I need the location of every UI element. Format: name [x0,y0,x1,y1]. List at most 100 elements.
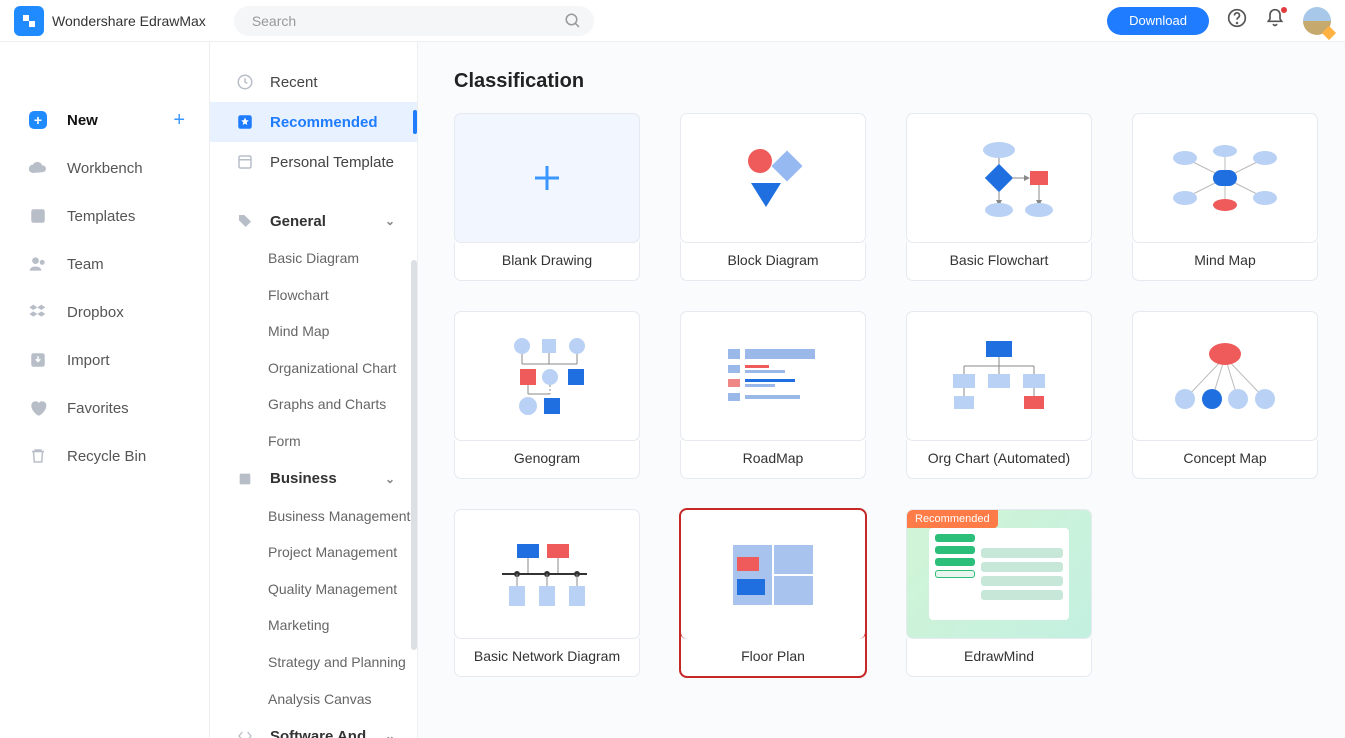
tag-icon [234,210,256,232]
app-logo [14,6,44,36]
chevron-down-icon: ⌄ [385,472,395,486]
card-thumb [454,509,640,639]
plus-icon: + [25,107,51,133]
cat-header-general[interactable]: General ⌄ [210,202,417,240]
clock-icon [234,71,256,93]
card-label: Org Chart (Automated) [906,440,1092,479]
cat-sub-item[interactable]: Organizational Chart [210,350,417,387]
cat-sub-item[interactable]: Basic Diagram [210,240,417,277]
card-label: Blank Drawing [454,242,640,281]
card-mind-map[interactable]: Mind Map [1132,113,1318,281]
cat-sub-item[interactable]: Quality Management [210,571,417,608]
category-sidebar: Recent Recommended Personal Template Gen… [210,42,418,738]
template-grid: Blank Drawing Block Diagram Basic Flowch… [454,113,1315,677]
cat-sub-item[interactable]: Form [210,423,417,460]
sidebar-item-templates[interactable]: Templates [0,192,209,240]
download-button[interactable]: Download [1107,7,1209,35]
left-sidebar: + New + Workbench Templates Team Dropbox… [0,42,210,738]
search-icon[interactable] [564,12,582,35]
card-org-chart[interactable]: Org Chart (Automated) [906,311,1092,479]
import-icon [25,347,51,373]
card-label: RoadMap [680,440,866,479]
cat-item-recent[interactable]: Recent [210,62,417,102]
cat-header-label: General [270,213,326,230]
card-thumb [906,113,1092,243]
card-thumb [680,509,866,639]
card-block-diagram[interactable]: Block Diagram [680,113,866,281]
sidebar-item-favorites[interactable]: Favorites [0,384,209,432]
notification-icon[interactable] [1265,8,1285,33]
card-label: Mind Map [1132,242,1318,281]
sidebar-item-dropbox[interactable]: Dropbox [0,288,209,336]
trash-icon [25,443,51,469]
cat-label: Recommended [270,114,378,131]
sidebar-label: New [67,112,98,129]
cat-header-business[interactable]: Business ⌄ [210,460,417,498]
scrollbar[interactable] [411,260,417,650]
dropbox-icon [25,299,51,325]
cat-sub-item[interactable]: Project Management [210,534,417,571]
card-label: Basic Network Diagram [454,638,640,677]
templates-icon [25,203,51,229]
cat-sub-item[interactable]: Graphs and Charts [210,386,417,423]
card-label: Genogram [454,440,640,479]
sidebar-label: Recycle Bin [67,448,146,465]
card-label: Block Diagram [680,242,866,281]
cat-header-software[interactable]: Software And... ⌄ [210,717,417,738]
plus-icon[interactable]: + [173,109,185,132]
team-icon [25,251,51,277]
card-basic-flowchart[interactable]: Basic Flowchart [906,113,1092,281]
sidebar-item-new[interactable]: + New + [0,96,209,144]
cat-sub-item[interactable]: Analysis Canvas [210,681,417,718]
sidebar-item-recycle[interactable]: Recycle Bin [0,432,209,480]
card-genogram[interactable]: Genogram [454,311,640,479]
sidebar-label: Workbench [67,160,143,177]
card-thumb: Recommended [906,509,1092,639]
cat-item-recommended[interactable]: Recommended [210,102,417,142]
card-thumb [680,311,866,441]
card-thumb [454,113,640,243]
card-edrawmind[interactable]: Recommended [906,509,1092,677]
card-label: EdrawMind [906,638,1092,677]
card-label: Basic Flowchart [906,242,1092,281]
sidebar-label: Team [67,256,104,273]
cat-item-personal[interactable]: Personal Template [210,142,417,182]
cloud-icon [25,155,51,181]
card-thumb [906,311,1092,441]
cat-sub-item[interactable]: Marketing [210,607,417,644]
help-icon[interactable] [1227,8,1247,33]
avatar[interactable] [1303,7,1331,35]
search-wrap [234,6,594,36]
cat-sub-item[interactable]: Flowchart [210,277,417,314]
cat-label: Personal Template [270,154,394,171]
sidebar-label: Templates [67,208,135,225]
app-title: Wondershare EdrawMax [52,13,206,29]
card-thumb [454,311,640,441]
sidebar-label: Dropbox [67,304,124,321]
sidebar-item-team[interactable]: Team [0,240,209,288]
card-floor-plan[interactable]: Floor Plan [680,509,866,677]
card-roadmap[interactable]: RoadMap [680,311,866,479]
cat-label: Recent [270,74,318,91]
card-basic-network[interactable]: Basic Network Diagram [454,509,640,677]
cat-header-label: Software And... [270,728,379,738]
search-input[interactable] [234,6,594,36]
card-blank-drawing[interactable]: Blank Drawing [454,113,640,281]
recommended-badge: Recommended [907,510,998,528]
plus-icon [529,160,565,196]
sidebar-item-import[interactable]: Import [0,336,209,384]
template-icon [234,151,256,173]
top-bar: Wondershare EdrawMax Download [0,0,1345,42]
card-thumb [1132,113,1318,243]
cat-sub-item[interactable]: Business Management [210,498,417,535]
card-concept-map[interactable]: Concept Map [1132,311,1318,479]
card-thumb [1132,311,1318,441]
star-icon [234,111,256,133]
cat-sub-item[interactable]: Mind Map [210,313,417,350]
main-content: Classification Blank Drawing Block Diagr… [418,42,1345,738]
card-label: Concept Map [1132,440,1318,479]
sidebar-item-workbench[interactable]: Workbench [0,144,209,192]
notification-dot [1281,7,1287,13]
cat-sub-item[interactable]: Strategy and Planning [210,644,417,681]
cat-header-label: Business [270,470,337,487]
